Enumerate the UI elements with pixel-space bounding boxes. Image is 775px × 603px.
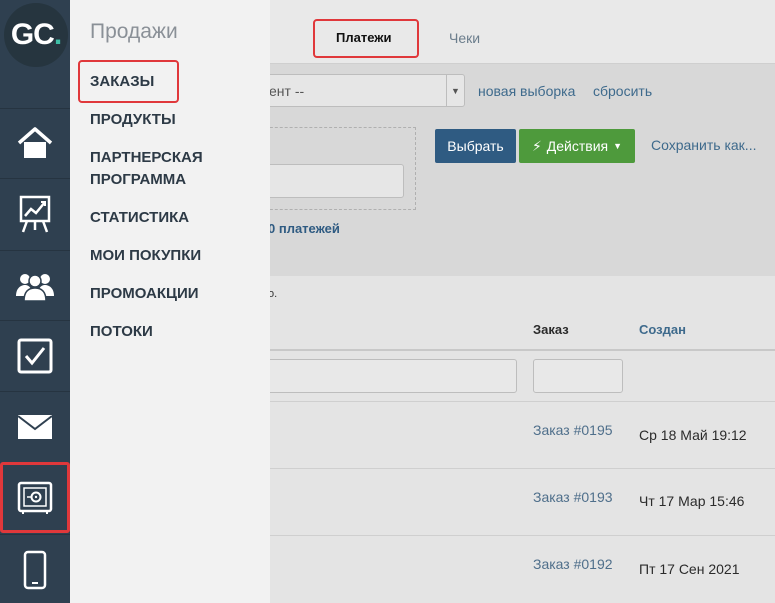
created-date: Пт 17 Сен 2021 [639,561,740,577]
rail-item-sales[interactable] [0,462,70,533]
rail-item-messages[interactable] [0,391,70,461]
rail-item-users[interactable] [0,250,70,320]
chart-board-icon [19,195,51,232]
filter-panel: ент -- ▼ новая выборка сбросить Выбрать … [270,64,775,276]
table-note: о. [270,288,278,300]
order-link[interactable]: Заказ #0193 [533,489,613,505]
row-separator [270,535,775,536]
home-icon [17,126,53,158]
flyout-title: Продажи [90,20,178,43]
payments-count[interactable]: 0 платежей [270,221,340,236]
lightning-icon: ⚡ [531,137,542,154]
mobile-phone-icon [23,550,47,589]
orders-highlight-box [78,60,179,103]
tab-bar: ки Платежи Чеки [270,0,775,64]
flyout-item-streams[interactable]: ПОТОКИ [90,321,153,343]
actions-button-label: Действия [546,138,609,154]
checkbox-icon [17,338,53,373]
flyout-item-statistics[interactable]: СТАТИСТИКА [90,207,189,229]
column-header-created[interactable]: Создан [639,322,686,337]
rail-item-tasks[interactable] [0,320,70,390]
rail-item-statistics[interactable] [0,178,70,248]
column-filter-input[interactable] [270,359,517,393]
flyout-item-my-purchases[interactable]: МОИ ПОКУПКИ [90,245,201,267]
row-separator [270,401,775,402]
created-date: Чт 17 Мар 15:46 [639,493,745,509]
logo-text: GC. [10,18,62,51]
users-group-icon [16,273,54,302]
column-header-order: Заказ [533,322,569,337]
flyout-item-promotions[interactable]: ПРОМОАКЦИИ [90,283,199,305]
segment-select-value: ент -- [270,83,305,99]
icon-rail: GC. [0,0,70,603]
new-selection-link[interactable]: новая выборка [478,83,575,99]
row-separator [270,468,775,469]
logo-area: GC. [0,0,70,72]
created-date: Ср 18 Май 19:12 [639,427,747,443]
rail-item-home[interactable] [0,108,70,178]
envelope-icon [17,414,53,439]
rail-item-mobile[interactable] [0,534,70,603]
header-separator [270,349,775,351]
choose-button[interactable]: Выбрать [435,129,516,163]
order-link[interactable]: Заказ #0192 [533,556,613,572]
segment-select[interactable]: ент -- ▼ [270,74,465,107]
filter-input[interactable] [270,164,404,198]
save-as-link[interactable]: Сохранить как... [651,137,756,153]
reset-link[interactable]: сбросить [593,83,652,99]
gc-logo[interactable]: GC. [4,3,68,67]
payments-tab-highlight-box [313,19,419,58]
flyout-item-products[interactable]: ПРОДУКТЫ [90,109,176,131]
main-content: ки Платежи Чеки ент -- ▼ новая выборка с… [270,0,775,603]
caret-down-icon: ▼ [613,141,623,151]
safe-icon [17,481,53,514]
select-caret-icon: ▼ [446,75,464,106]
tab-receipts[interactable]: Чеки [449,30,480,46]
actions-button[interactable]: ⚡ Действия ▼ [519,129,635,163]
order-filter-input[interactable] [533,359,623,393]
flyout-item-partner-program[interactable]: ПАРТНЕРСКАЯ ПРОГРАММА [90,147,250,191]
sales-flyout-menu: Продажи ЗАКАЗЫ ПРОДУКТЫ ПАРТНЕРСКАЯ ПРОГ… [70,0,270,603]
order-link[interactable]: Заказ #0195 [533,422,613,438]
